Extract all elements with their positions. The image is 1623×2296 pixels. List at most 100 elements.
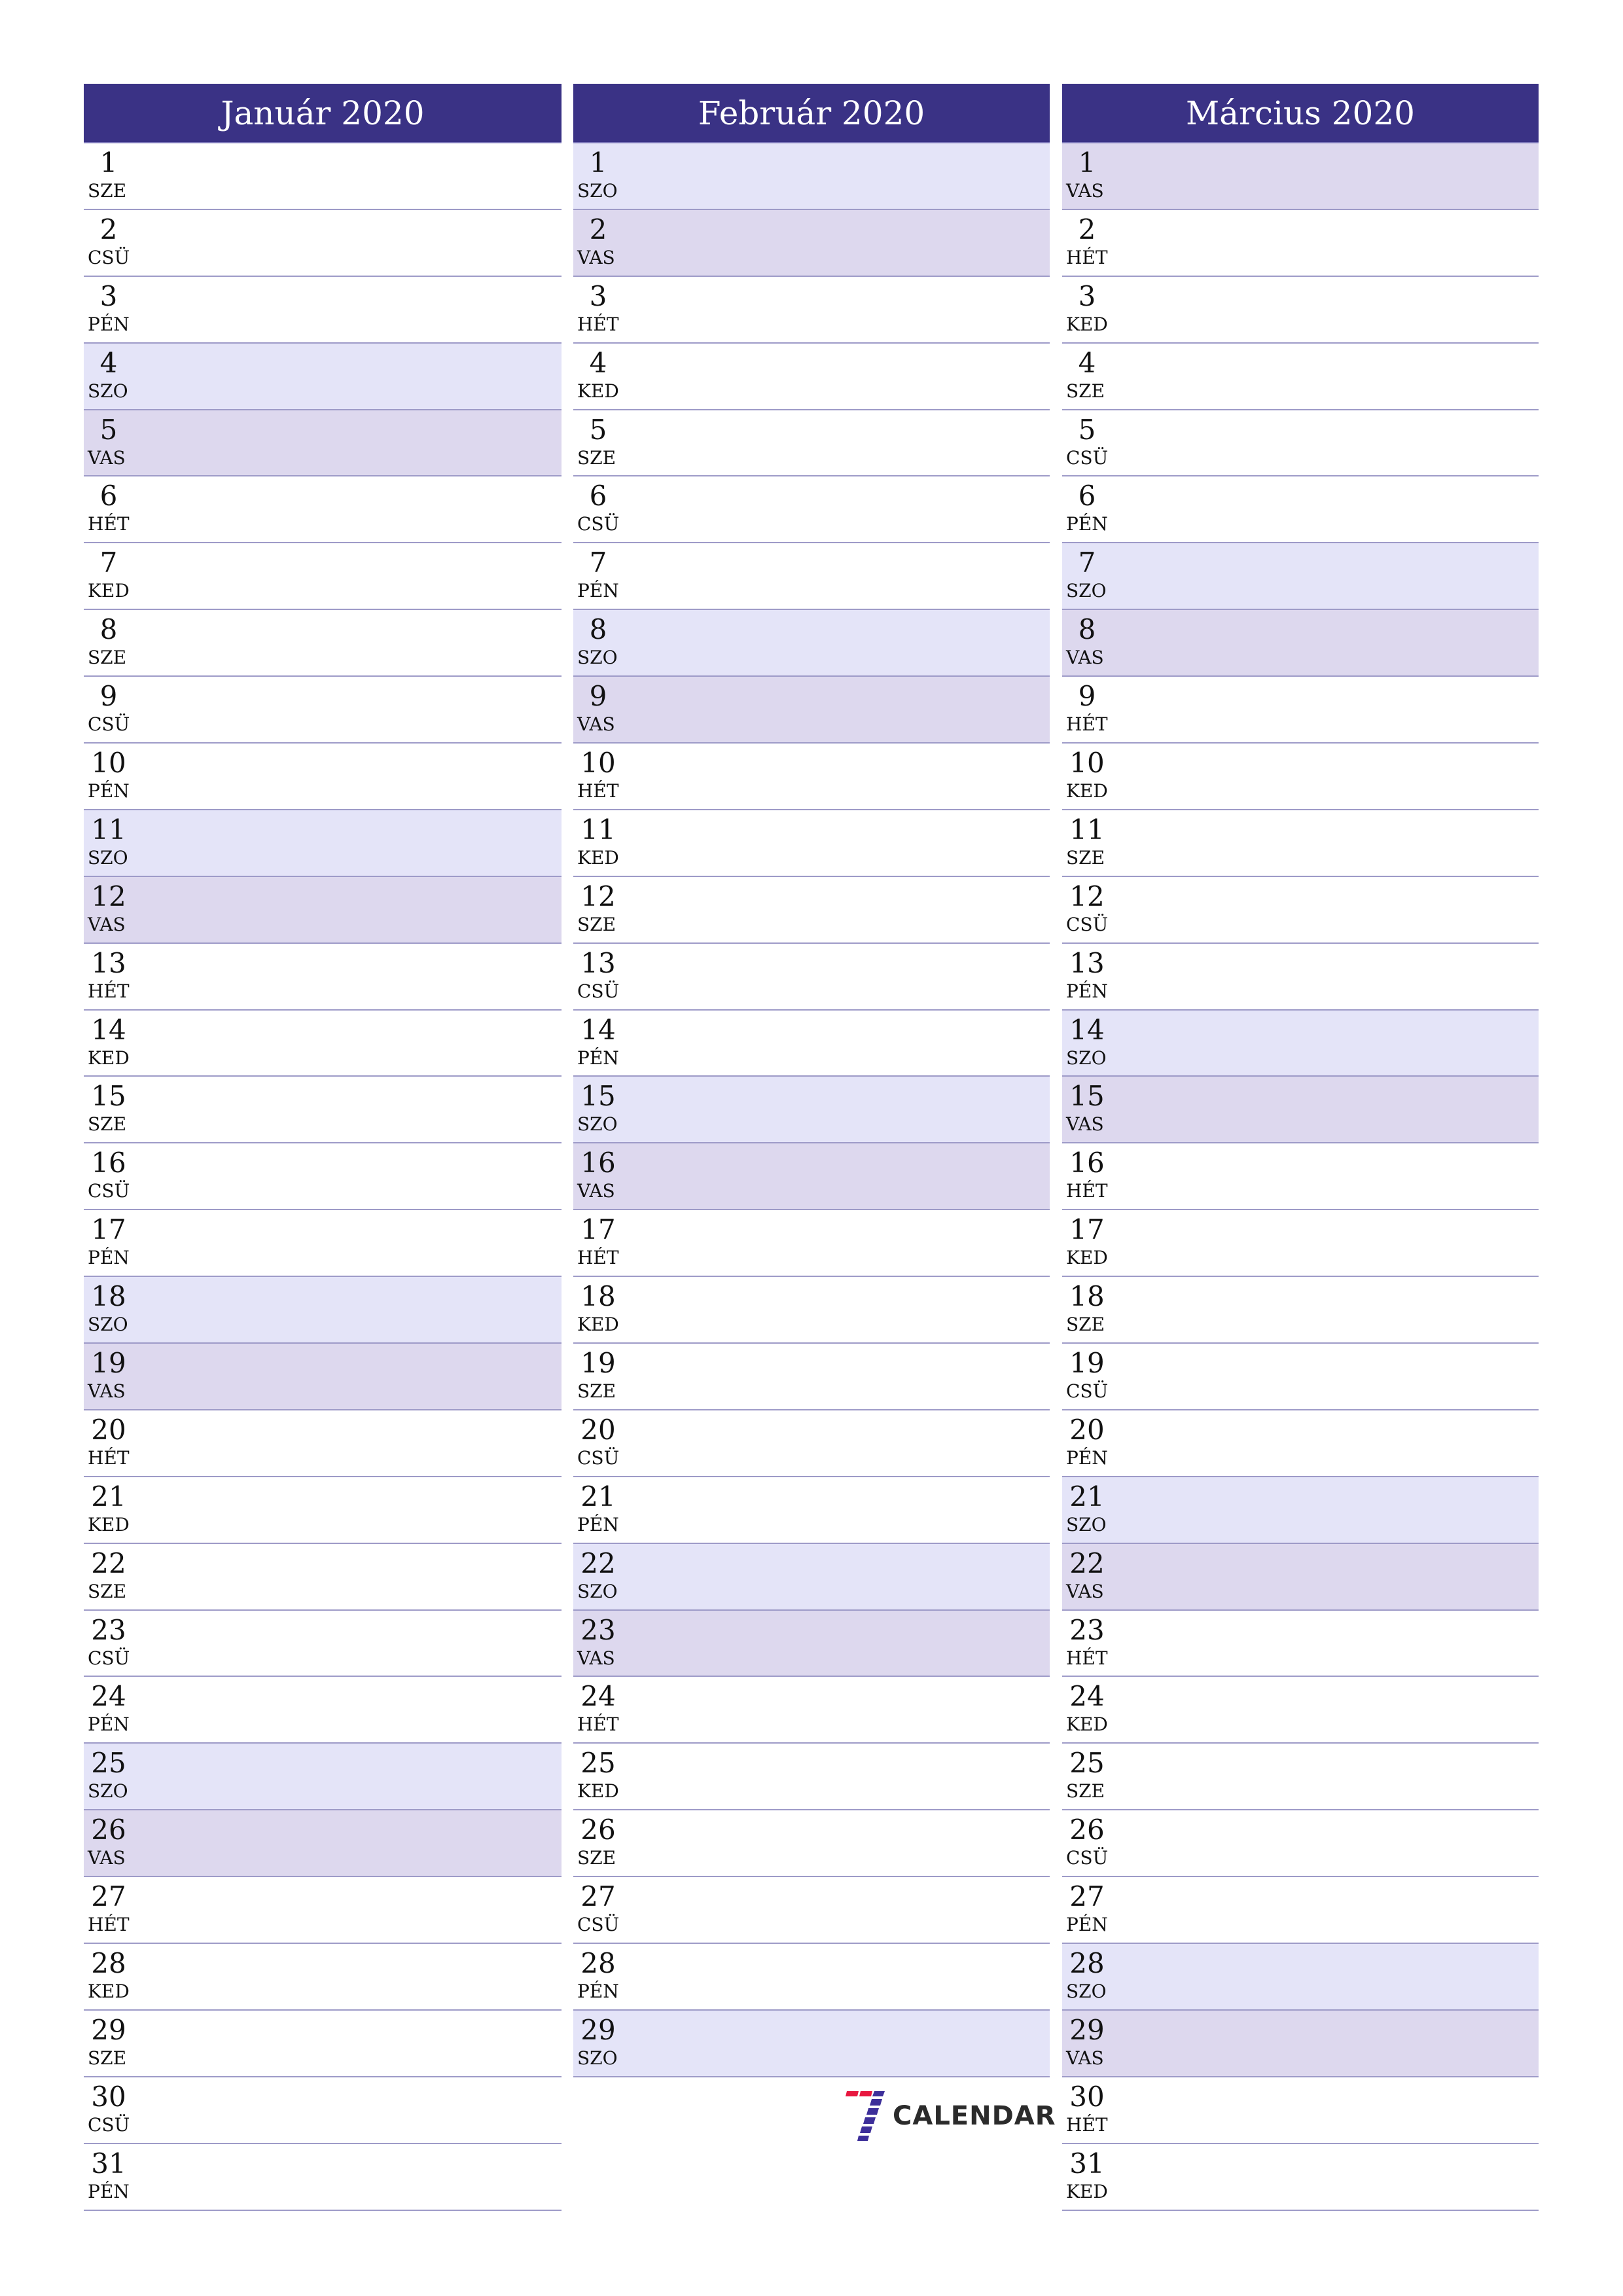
day-number: 14 xyxy=(1069,1013,1105,1046)
day-number: 25 xyxy=(91,1747,126,1780)
day-number: 17 xyxy=(91,1213,126,1246)
day-number: 1 xyxy=(99,147,118,179)
day-number: 4 xyxy=(1078,346,1096,379)
day-row: 19 CSÜ xyxy=(1062,1344,1539,1410)
day-row: 4 KED xyxy=(573,344,1050,410)
month-column-january: Január 2020 1 SZE 2 CSÜ 3 PÉN 4 SZO 5 VAS 6 HÉT 7 KED… xyxy=(84,84,562,2211)
seven-icon xyxy=(846,2091,885,2141)
logo-text: CALENDAR xyxy=(893,2101,1056,2131)
day-number: 2 xyxy=(589,213,607,245)
weekday-label: HÉT xyxy=(88,980,130,1002)
day-number: 19 xyxy=(1069,1347,1105,1380)
weekday-label: CSÜ xyxy=(1066,446,1109,469)
day-number: 12 xyxy=(91,880,126,912)
day-row: 23 VAS xyxy=(573,1610,1050,1677)
weekday-label: KED xyxy=(88,1047,130,1069)
weekday-label: HÉT xyxy=(1066,1647,1108,1669)
day-number: 11 xyxy=(580,813,616,846)
day-number: 9 xyxy=(1078,680,1096,713)
day-number: 18 xyxy=(580,1280,616,1313)
day-number: 2 xyxy=(1078,213,1096,245)
day-row: 29 VAS xyxy=(1062,2010,1539,2077)
day-number: 19 xyxy=(91,1347,126,1380)
weekday-label: HÉT xyxy=(1066,246,1108,268)
day-number: 27 xyxy=(1069,1880,1105,1913)
day-row: 21 PÉN xyxy=(573,1477,1050,1544)
day-number: 22 xyxy=(91,1547,126,1579)
day-row: 16 VAS xyxy=(573,1143,1050,1211)
brand-logo: CALENDAR xyxy=(844,2091,1056,2141)
weekday-label: SZO xyxy=(577,2047,618,2069)
day-row: 6 CSÜ xyxy=(573,476,1050,544)
day-number: 24 xyxy=(1069,1680,1105,1713)
day-row: 19 VAS xyxy=(84,1344,562,1410)
weekday-label: PÉN xyxy=(1066,513,1108,535)
day-list: 1 SZE 2 CSÜ 3 PÉN 4 SZO 5 VAS 6 HÉT 7 KED 8 SZE 9 CSÜ 10 PÉ… xyxy=(84,143,562,2211)
day-row: 3 HÉT xyxy=(573,277,1050,344)
weekday-label: VAS xyxy=(577,1180,615,1202)
day-row: 11 KED xyxy=(573,810,1050,877)
day-number: 22 xyxy=(580,1547,616,1579)
day-row: 15 VAS xyxy=(1062,1077,1539,1144)
day-number: 21 xyxy=(580,1480,616,1513)
day-row: 17 HÉT xyxy=(573,1210,1050,1278)
day-row: 10 PÉN xyxy=(84,744,562,810)
day-row: 20 HÉT xyxy=(84,1410,562,1477)
day-row: 30 HÉT xyxy=(1062,2077,1539,2144)
day-row: 2 VAS xyxy=(573,209,1050,277)
day-number: 13 xyxy=(91,946,126,979)
day-number: 4 xyxy=(99,346,118,379)
day-row: 26 SZE xyxy=(573,1810,1050,1878)
day-number: 10 xyxy=(580,747,616,780)
day-number: 15 xyxy=(91,1080,126,1113)
day-number: 9 xyxy=(99,680,118,713)
weekday-label: SZE xyxy=(88,1113,127,1136)
day-number: 26 xyxy=(91,1814,126,1846)
weekday-label: KED xyxy=(1066,780,1108,802)
day-row: 23 HÉT xyxy=(1062,1611,1539,1677)
day-number: 16 xyxy=(1069,1147,1105,1179)
day-number: 26 xyxy=(580,1814,616,1846)
day-number: 7 xyxy=(589,547,607,579)
day-number: 28 xyxy=(91,1947,126,1980)
weekday-label: VAS xyxy=(1066,1580,1104,1602)
day-number: 1 xyxy=(1078,147,1096,179)
weekday-label: SZE xyxy=(88,180,127,202)
weekday-label: VAS xyxy=(1066,647,1104,669)
day-number: 4 xyxy=(589,346,607,379)
day-number: 29 xyxy=(91,2013,126,2046)
day-row: 19 SZE xyxy=(573,1344,1050,1410)
weekday-label: KED xyxy=(88,580,130,602)
day-row: 7 KED xyxy=(84,543,562,611)
weekday-label: SZO xyxy=(88,1314,128,1336)
day-row: 1 SZO xyxy=(573,143,1050,210)
day-list: 1 SZO 2 VAS 3 HÉT 4 KED 5 SZE 6 CSÜ 7 PÉN 8 SZO 9 VAS 10 HÉ… xyxy=(573,143,1050,2077)
day-number: 20 xyxy=(1069,1413,1105,1446)
weekday-label: VAS xyxy=(1066,1113,1104,1136)
day-number: 25 xyxy=(580,1747,616,1780)
weekday-label: CSÜ xyxy=(577,1914,620,1936)
day-row: 13 CSÜ xyxy=(573,944,1050,1011)
weekday-label: CSÜ xyxy=(577,980,620,1002)
weekday-label: CSÜ xyxy=(88,2113,130,2136)
day-row: 6 HÉT xyxy=(84,476,562,544)
day-row: 22 SZO xyxy=(573,1543,1050,1611)
day-number: 7 xyxy=(99,547,118,579)
day-number: 8 xyxy=(589,613,607,646)
weekday-label: PÉN xyxy=(1066,980,1108,1002)
day-number: 6 xyxy=(99,480,118,512)
weekday-label: PÉN xyxy=(577,1981,619,2003)
day-row: 27 CSÜ xyxy=(573,1877,1050,1945)
weekday-label: KED xyxy=(1066,1247,1108,1269)
weekday-label: SZE xyxy=(1066,1314,1105,1336)
day-row: 10 HÉT xyxy=(573,744,1050,810)
day-row: 24 KED xyxy=(1062,1677,1539,1744)
day-number: 15 xyxy=(580,1080,616,1113)
day-row: 25 SZE xyxy=(1062,1744,1539,1811)
day-row: 31 KED xyxy=(1062,2144,1539,2211)
weekday-label: HÉT xyxy=(1066,713,1108,736)
day-number: 21 xyxy=(91,1480,126,1513)
day-number: 28 xyxy=(1069,1947,1105,1980)
day-number: 6 xyxy=(589,480,607,512)
day-row: 20 PÉN xyxy=(1062,1410,1539,1477)
